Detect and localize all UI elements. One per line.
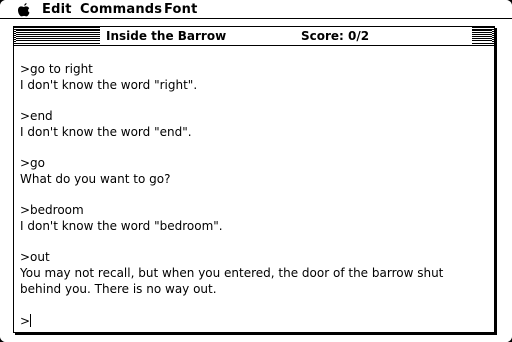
- score-display: Score: 0/2: [301, 29, 370, 43]
- command-line: >bedroom: [20, 203, 84, 217]
- transcript: >go to right I don't know the word "righ…: [20, 61, 486, 297]
- prompt-symbol: >: [20, 314, 31, 328]
- command-line: >out: [20, 250, 50, 264]
- response-line: I don't know the word "right".: [20, 78, 198, 92]
- menu-commands[interactable]: Commands: [80, 0, 162, 19]
- command-line: >end: [20, 109, 53, 123]
- response-line: I don't know the word "end".: [20, 125, 192, 139]
- response-line: You may not recall, but when you entered…: [20, 266, 444, 280]
- menu-edit[interactable]: Edit: [42, 0, 72, 19]
- screen: Edit Commands Font Inside the Barrow Sco…: [0, 0, 512, 342]
- game-window: Inside the Barrow Score: 0/2 >go to righ…: [13, 26, 495, 333]
- window-title: Inside the Barrow: [106, 29, 227, 43]
- menu-font[interactable]: Font: [164, 0, 198, 19]
- title-area: Inside the Barrow Score: 0/2: [100, 27, 472, 45]
- response-line: What do you want to go?: [20, 172, 171, 186]
- response-line: I don't know the word "bedroom".: [20, 219, 223, 233]
- command-input[interactable]: >: [20, 313, 32, 329]
- command-line: >go: [20, 156, 46, 170]
- menu-bar: Edit Commands Font: [0, 0, 512, 19]
- response-line: behind you. There is no way out.: [20, 282, 217, 296]
- title-bar[interactable]: Inside the Barrow Score: 0/2: [14, 27, 494, 46]
- command-line: >go to right: [20, 62, 93, 76]
- text-cursor: [30, 314, 32, 327]
- apple-icon[interactable]: [17, 2, 31, 18]
